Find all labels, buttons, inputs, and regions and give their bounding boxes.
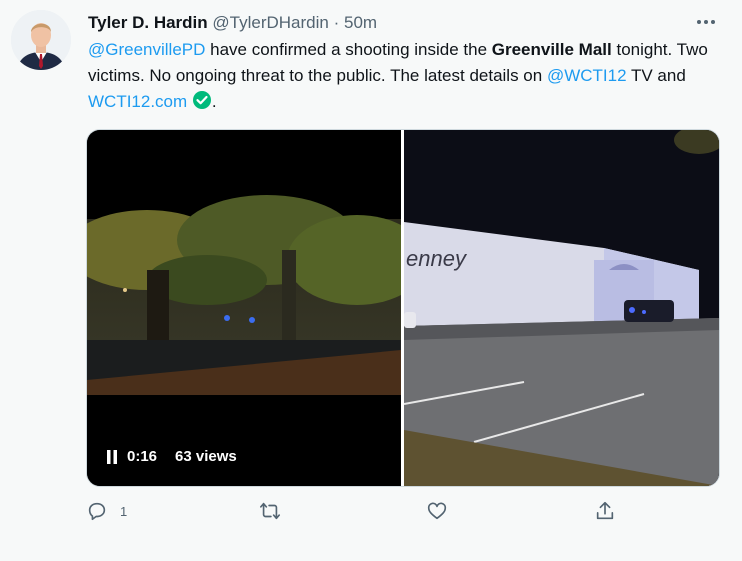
link-wcti12-com[interactable]: WCTI12.com — [88, 92, 187, 111]
video-player[interactable]: 0:16 63 views — [87, 130, 427, 486]
retweet-button[interactable] — [258, 500, 282, 522]
video-time: 0:16 — [127, 448, 158, 465]
tweet-card[interactable]: Tyler D. Hardin @TylerDHardin · 50m @Gre… — [0, 0, 742, 561]
photo-image: enney — [403, 130, 719, 486]
author-handle[interactable]: @TylerDHardin — [212, 13, 328, 32]
tweet-text-part: have confirmed a shooting inside the — [205, 40, 492, 59]
reply-count: 1 — [120, 503, 128, 519]
mention-wcti12[interactable]: @WCTI12 — [547, 66, 627, 85]
avatar[interactable] — [11, 10, 71, 70]
author-name[interactable]: Tyler D. Hardin — [88, 13, 208, 32]
store-sign: enney — [406, 246, 468, 271]
pause-icon[interactable] — [107, 449, 117, 464]
tweet-text-bold: Greenville Mall — [491, 40, 612, 59]
tweet-text-part: TV and — [626, 66, 686, 85]
like-icon — [427, 502, 447, 520]
mention-greenvillepd[interactable]: @GreenvillePD — [88, 40, 205, 59]
tweet-text: @GreenvillePD have confirmed a shooting … — [88, 37, 728, 118]
like-button[interactable] — [426, 500, 448, 522]
reply-button[interactable]: 1 — [86, 500, 127, 522]
reply-icon — [88, 502, 106, 521]
tweet-text-part: . — [211, 92, 217, 111]
photo-mall-parking-lot[interactable]: enney — [403, 130, 719, 486]
more-icon — [697, 20, 715, 24]
separator-dot: · — [333, 13, 340, 32]
tweet-actions: 1 — [86, 500, 686, 528]
share-button[interactable] — [594, 500, 616, 522]
video-frame — [87, 130, 427, 486]
tweet-header: Tyler D. Hardin @TylerDHardin · 50m — [88, 12, 377, 34]
share-icon — [596, 501, 614, 520]
timestamp[interactable]: 50m — [344, 13, 377, 32]
video-views: 63 views — [175, 448, 237, 465]
verified-check-icon — [192, 90, 212, 118]
media-grid: 0:16 63 views enney — [86, 129, 720, 487]
avatar-image — [11, 10, 71, 70]
retweet-icon — [260, 502, 280, 520]
video-overlay: 0:16 63 views — [107, 448, 237, 465]
more-button[interactable] — [693, 10, 719, 34]
